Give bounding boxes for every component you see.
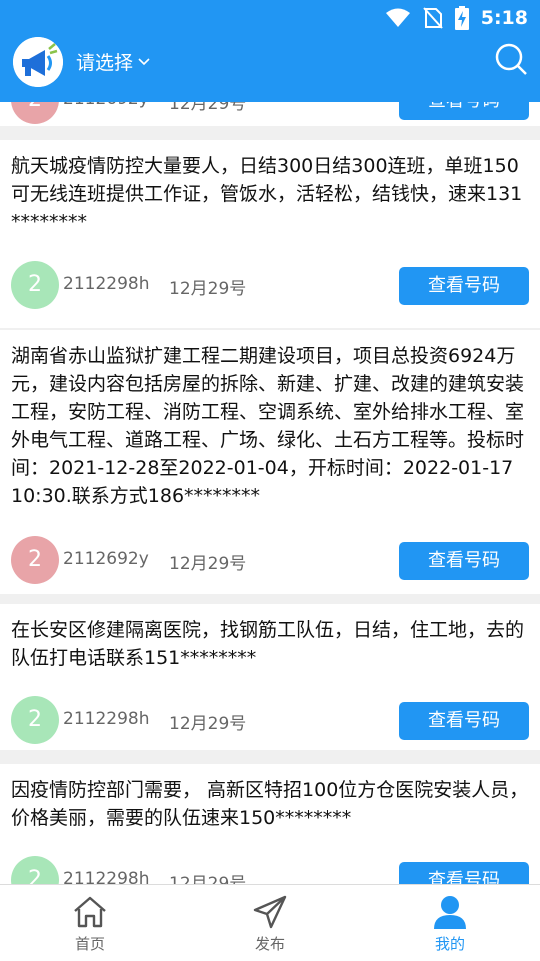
post-card: 在长安区修建隔离医院，找钢筋工队伍，日结，住工地，去的队伍打电话联系151***… bbox=[0, 604, 540, 750]
app-logo bbox=[13, 37, 63, 87]
region-selector[interactable]: 请选择 bbox=[76, 48, 151, 75]
post-user: 2112298h bbox=[63, 709, 150, 729]
post-meta: 2 2112298h 12月29号 查看号码 bbox=[11, 856, 529, 884]
nav-mine[interactable]: 我的 bbox=[360, 885, 540, 961]
post-user: 2112692y bbox=[63, 102, 149, 109]
send-icon bbox=[253, 895, 287, 929]
view-number-button[interactable]: 查看号码 bbox=[399, 267, 529, 305]
post-text: 因疫情防控部门需要， 高新区特招100位方仓医院安装人员， 价格美丽，需要的队伍… bbox=[11, 779, 529, 829]
search-icon bbox=[495, 43, 527, 75]
post-date: 12月29号 bbox=[169, 279, 247, 299]
no-sim-icon bbox=[422, 7, 443, 29]
app-header: 请选择 bbox=[0, 36, 540, 102]
post-text: 在长安区修建隔离医院，找钢筋工队伍，日结，住工地，去的队伍打电话联系151***… bbox=[11, 619, 525, 669]
post-user: 2112298h bbox=[63, 274, 150, 294]
post-date: 12月29号 bbox=[169, 102, 247, 114]
post-card: 2 2112692y 12月29号 查看号码 bbox=[0, 102, 540, 126]
view-number-button[interactable]: 查看号码 bbox=[399, 702, 529, 740]
view-number-button[interactable]: 查看号码 bbox=[399, 102, 529, 120]
post-card: 湖南省赤山监狱扩建工程二期建设项目，项目总投资6924万元，建设内容包括房屋的拆… bbox=[0, 330, 540, 594]
post-meta: 2 2112298h 12月29号 查看号码 bbox=[11, 261, 529, 311]
post-date: 12月29号 bbox=[169, 714, 247, 734]
job-feed[interactable]: 2 2112692y 12月29号 查看号码 航天城疫情防控大量要人，日结300… bbox=[0, 102, 540, 884]
nav-home[interactable]: 首页 bbox=[0, 885, 180, 961]
post-user: 2112298h bbox=[63, 869, 150, 884]
avatar: 2 bbox=[11, 261, 59, 309]
post-meta: 2 2112692y 12月29号 查看号码 bbox=[11, 102, 529, 126]
megaphone-icon bbox=[13, 37, 63, 87]
status-bar: 5:18 bbox=[0, 0, 540, 36]
post-card: 因疫情防控部门需要， 高新区特招100位方仓医院安装人员， 价格美丽，需要的队伍… bbox=[0, 764, 540, 884]
post-card: 航天城疫情防控大量要人，日结300日结300连班，单班150可无线连班提供工作证… bbox=[0, 140, 540, 328]
region-selector-label: 请选择 bbox=[76, 52, 134, 74]
search-button[interactable] bbox=[494, 42, 528, 76]
avatar: 2 bbox=[11, 102, 59, 124]
post-meta: 2 2112298h 12月29号 查看号码 bbox=[11, 696, 529, 746]
chevron-down-icon bbox=[138, 57, 150, 65]
post-text: 湖南省赤山监狱扩建工程二期建设项目，项目总投资6924万元，建设内容包括房屋的拆… bbox=[11, 345, 525, 507]
avatar: 2 bbox=[11, 856, 59, 884]
bottom-nav: 首页 发布 我的 bbox=[0, 884, 540, 961]
view-number-button[interactable]: 查看号码 bbox=[399, 862, 529, 884]
home-icon bbox=[74, 896, 106, 928]
nav-publish[interactable]: 发布 bbox=[180, 885, 360, 961]
profile-icon bbox=[434, 896, 466, 929]
avatar: 2 bbox=[11, 696, 59, 744]
post-date: 12月29号 bbox=[169, 874, 247, 884]
battery-charging-icon bbox=[454, 6, 469, 30]
view-number-button[interactable]: 查看号码 bbox=[399, 542, 529, 580]
status-icons: 5:18 bbox=[385, 6, 528, 30]
clock: 5:18 bbox=[480, 7, 528, 29]
post-text: 航天城疫情防控大量要人，日结300日结300连班，单班150可无线连班提供工作证… bbox=[11, 155, 523, 233]
nav-mine-label: 我的 bbox=[434, 935, 465, 953]
avatar: 2 bbox=[11, 536, 59, 584]
nav-publish-label: 发布 bbox=[254, 935, 285, 953]
nav-home-label: 首页 bbox=[74, 935, 105, 953]
post-meta: 2 2112692y 12月29号 查看号码 bbox=[11, 536, 529, 586]
post-user: 2112692y bbox=[63, 549, 149, 569]
wifi-icon bbox=[385, 8, 410, 27]
post-date: 12月29号 bbox=[169, 554, 247, 574]
